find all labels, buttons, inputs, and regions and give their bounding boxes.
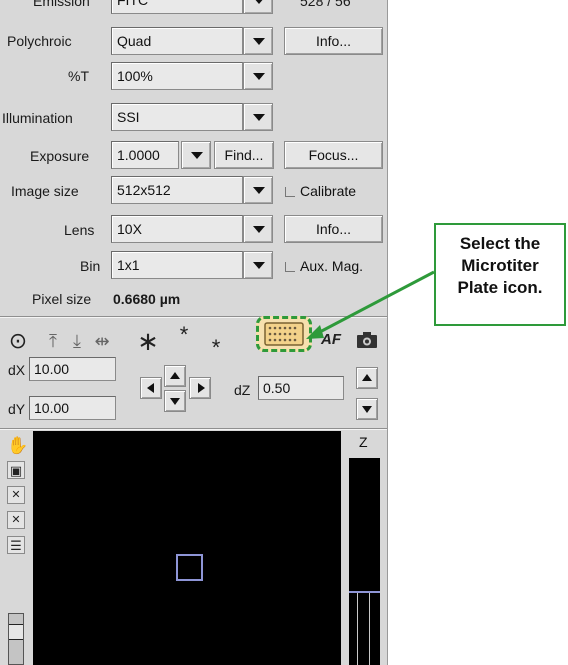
callout-line-1: Select the bbox=[459, 234, 541, 253]
callout-line-2: Microtiter bbox=[461, 256, 539, 275]
callout-line-3: Plate icon. bbox=[457, 278, 543, 297]
callout-arrow bbox=[306, 270, 435, 339]
instruction-callout: Select the Microtiter Plate icon. bbox=[434, 223, 566, 326]
